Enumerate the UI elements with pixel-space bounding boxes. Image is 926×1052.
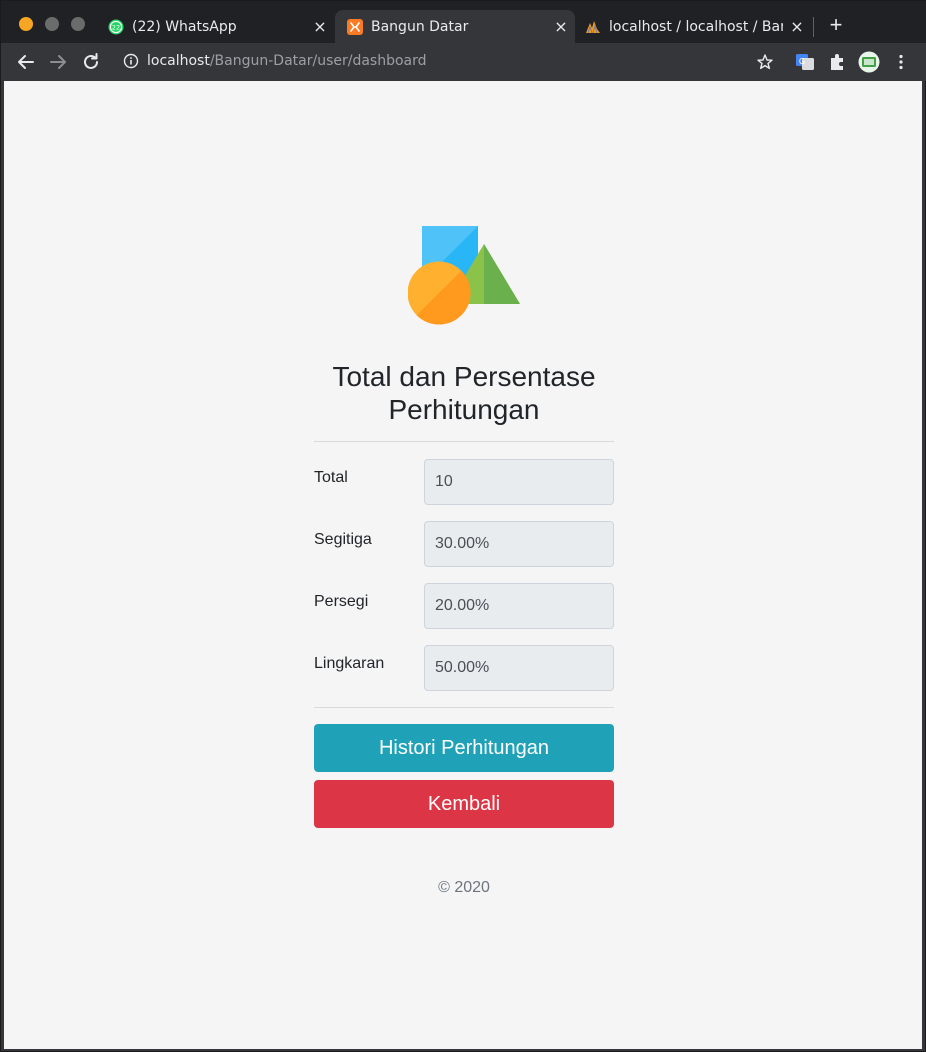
extensions-puzzle-icon[interactable] xyxy=(827,52,847,72)
xampp-icon xyxy=(347,18,363,35)
window-maximize-button[interactable] xyxy=(71,17,85,31)
browser-window: 22 (22) WhatsApp × Bangun Datar × localh… xyxy=(0,0,926,1052)
tab-close-icon[interactable]: × xyxy=(553,18,569,35)
svg-text:22: 22 xyxy=(112,23,120,31)
total-label: Total xyxy=(314,469,348,486)
total-field[interactable] xyxy=(424,459,614,505)
back-arrow-icon[interactable] xyxy=(15,51,37,73)
divider xyxy=(314,707,614,708)
tab-title: localhost / localhost / Bangun xyxy=(609,18,783,35)
persegi-field[interactable] xyxy=(424,583,614,629)
phpmyadmin-icon xyxy=(586,20,600,33)
back-button[interactable]: Kembali xyxy=(314,780,614,828)
geometric-shapes-logo xyxy=(408,226,520,325)
lingkaran-field[interactable] xyxy=(424,645,614,691)
kebab-menu-icon[interactable] xyxy=(891,52,911,72)
history-button[interactable]: Histori Perhitungan xyxy=(314,724,614,772)
address-bar[interactable]: localhost/Bangun-Datar/user/dashboard xyxy=(147,53,427,69)
tab-phpmyadmin[interactable]: localhost / localhost / Bangun × xyxy=(578,10,811,43)
tab-strip: 22 (22) WhatsApp × Bangun Datar × localh… xyxy=(1,1,926,43)
reload-icon[interactable] xyxy=(80,51,102,73)
page-title: Total dan Persentase Perhitungan xyxy=(332,361,596,425)
new-tab-button[interactable]: + xyxy=(825,14,847,37)
url-path: /Bangun-Datar/user/dashboard xyxy=(209,53,427,69)
svg-text:G: G xyxy=(799,57,805,66)
persegi-label: Persegi xyxy=(314,593,369,610)
segitiga-label: Segitiga xyxy=(314,531,372,548)
divider xyxy=(314,441,614,442)
tab-close-icon[interactable]: × xyxy=(789,18,805,35)
tab-title: (22) WhatsApp xyxy=(132,18,237,35)
url-host: localhost xyxy=(147,53,210,69)
star-bookmark-icon[interactable] xyxy=(755,52,775,72)
lingkaran-label: Lingkaran xyxy=(314,655,385,672)
footer-copyright: © 2020 xyxy=(438,879,490,896)
google-translate-icon[interactable]: G xyxy=(795,52,815,72)
profile-avatar-icon[interactable] xyxy=(858,51,880,73)
segitiga-field[interactable] xyxy=(424,521,614,567)
tab-bangun-datar[interactable]: Bangun Datar × xyxy=(335,10,575,43)
forward-arrow-icon[interactable] xyxy=(47,51,69,73)
tab-title: Bangun Datar xyxy=(371,18,469,35)
window-minimize-button[interactable] xyxy=(45,17,59,31)
browser-toolbar: localhost/Bangun-Datar/user/dashboard G xyxy=(1,43,926,81)
page-content: Total dan Persentase Perhitungan Total S… xyxy=(4,81,922,1049)
tab-separator xyxy=(813,17,814,37)
window-close-button[interactable] xyxy=(19,17,33,31)
tab-whatsapp[interactable]: 22 (22) WhatsApp × xyxy=(101,10,334,43)
whatsapp-icon: 22 xyxy=(108,19,124,34)
site-info-icon[interactable] xyxy=(123,53,139,69)
tab-close-icon[interactable]: × xyxy=(312,18,328,35)
